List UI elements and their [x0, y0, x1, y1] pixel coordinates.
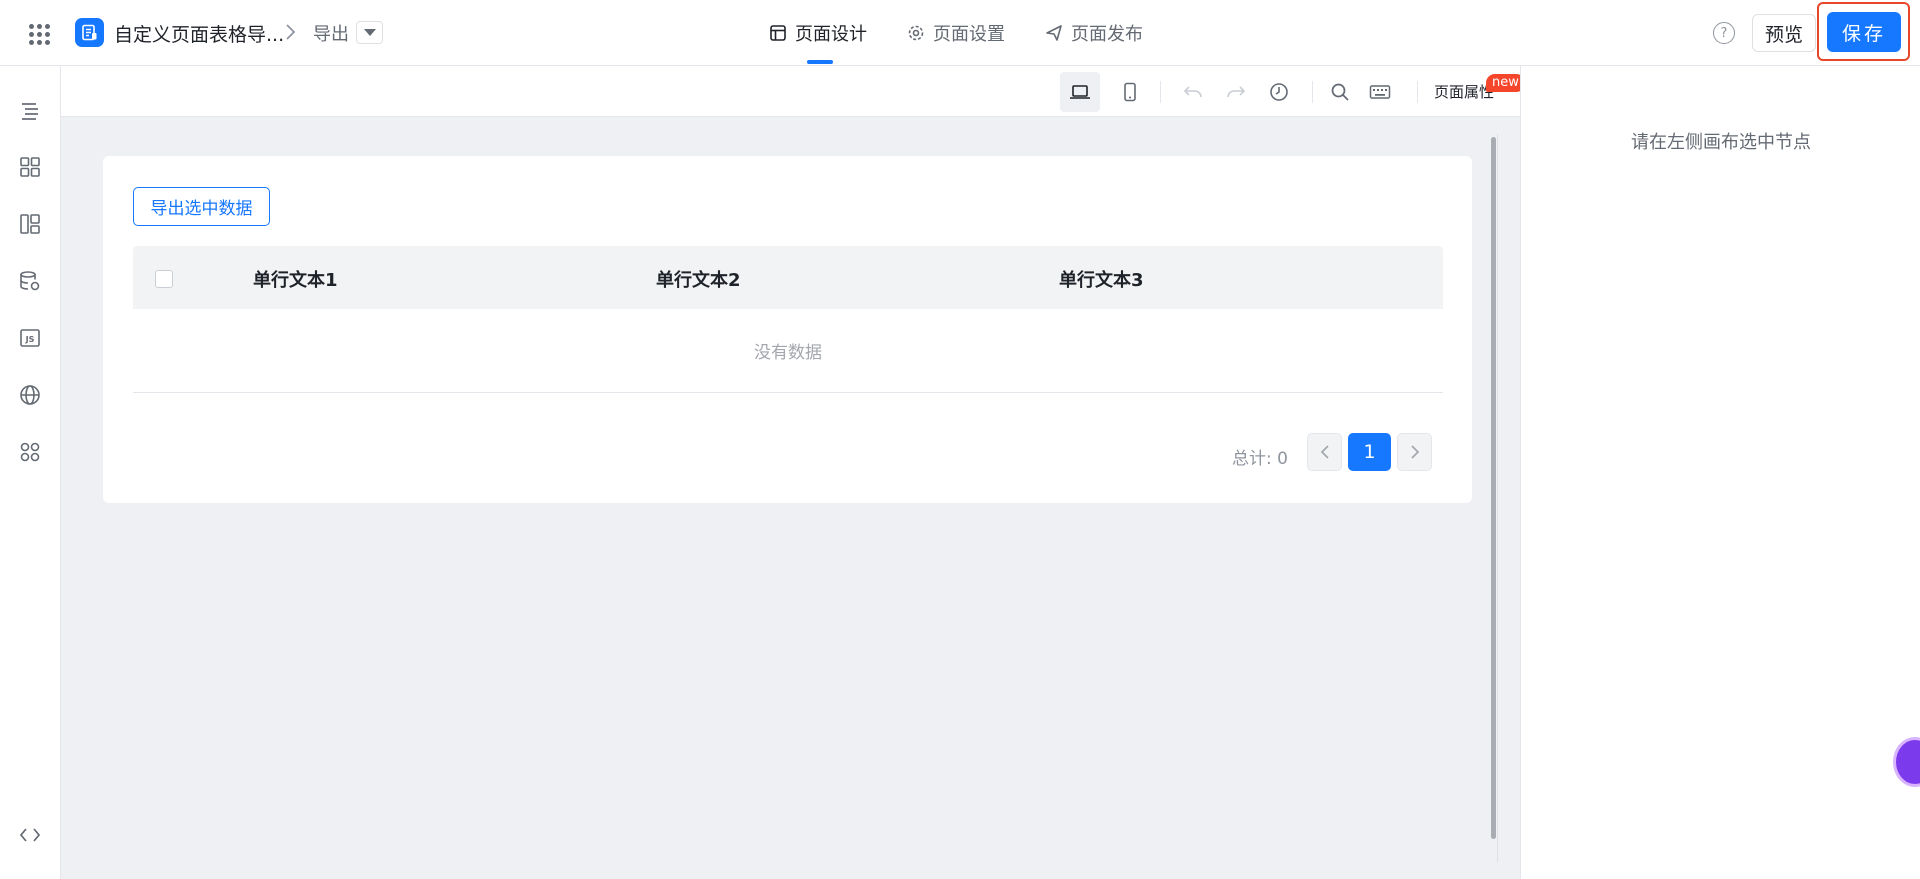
keyboard-icon — [1369, 85, 1391, 99]
gear-icon — [908, 25, 924, 41]
top-header: 自定义页面表格导... 导出 页面设计 页面设置 页面发布 ? 预览 保存 — [0, 0, 1920, 66]
svg-text:JS: JS — [25, 335, 35, 344]
tab-label: 页面设计 — [795, 24, 867, 45]
page-properties-button[interactable]: 页面属性 — [1434, 81, 1494, 102]
column-header[interactable]: 单行文本3 — [1059, 266, 1144, 292]
datasource-settings-icon[interactable] — [17, 268, 43, 294]
phone-icon — [1124, 82, 1136, 102]
redo-button[interactable] — [1216, 72, 1256, 112]
code-brackets-icon[interactable] — [17, 822, 43, 848]
tab-label: 页面设置 — [933, 24, 1005, 45]
left-sidebar: JS — [0, 66, 61, 879]
layout-icon — [770, 25, 786, 41]
globe-icon[interactable] — [17, 382, 43, 408]
empty-state: 没有数据 — [133, 309, 1443, 393]
column-header[interactable]: 单行文本1 — [253, 266, 338, 292]
select-all-checkbox[interactable] — [155, 270, 173, 288]
select-node-tip: 请在左侧画布选中节点 — [1631, 132, 1811, 153]
help-icon[interactable]: ? — [1713, 22, 1735, 44]
table-header: 单行文本1 单行文本2 单行文本3 — [133, 246, 1443, 309]
outline-tree-icon[interactable] — [17, 98, 43, 124]
laptop-icon — [1070, 85, 1090, 99]
app-launcher-icon[interactable] — [26, 21, 52, 47]
page-number-button[interactable]: 1 — [1348, 433, 1391, 471]
tab-page-settings[interactable]: 页面设置 — [907, 0, 1005, 66]
tab-page-design[interactable]: 页面设计 — [769, 0, 867, 66]
toolbar-divider — [1160, 81, 1161, 103]
search-icon — [1331, 83, 1349, 101]
apps-icon[interactable] — [17, 439, 43, 465]
desktop-view-button[interactable] — [1060, 72, 1100, 112]
prev-page-button[interactable] — [1307, 433, 1342, 471]
page-dropdown-button[interactable] — [356, 21, 383, 44]
export-selected-button[interactable]: 导出选中数据 — [133, 187, 270, 226]
undo-button[interactable] — [1173, 72, 1213, 112]
canvas-scrollbar[interactable] — [1491, 137, 1496, 839]
caret-down-icon — [363, 28, 376, 36]
preview-button[interactable]: 预览 — [1752, 14, 1816, 52]
mobile-view-button[interactable] — [1110, 72, 1150, 112]
main-tabs: 页面设计 页面设置 页面发布 — [769, 0, 1183, 66]
app-title[interactable]: 自定义页面表格导... — [114, 20, 284, 47]
properties-panel: 请在左侧画布选中节点 — [1520, 66, 1920, 879]
table-container[interactable]: 导出选中数据 单行文本1 单行文本2 单行文本3 没有数据 总计: 0 1 — [103, 156, 1472, 503]
layout-template-icon[interactable] — [17, 211, 43, 237]
chevron-left-icon — [1320, 445, 1329, 459]
next-page-button[interactable] — [1397, 433, 1432, 471]
save-button[interactable]: 保存 — [1827, 12, 1901, 52]
search-button[interactable] — [1320, 72, 1360, 112]
canvas-toolbar: 页面属性 new — [61, 66, 1525, 117]
pagination-total: 总计: 0 — [1232, 449, 1288, 469]
clock-icon — [1270, 83, 1288, 101]
chevron-right-icon — [1410, 445, 1419, 459]
history-button[interactable] — [1259, 72, 1299, 112]
undo-icon — [1183, 86, 1202, 98]
js-code-icon[interactable]: JS — [17, 325, 43, 351]
components-grid-icon[interactable] — [17, 154, 43, 180]
shortcuts-button[interactable] — [1360, 72, 1400, 112]
chevron-right-icon — [284, 22, 298, 46]
toolbar-divider — [1312, 81, 1313, 103]
toolbar-divider — [1417, 81, 1418, 103]
tab-page-publish[interactable]: 页面发布 — [1045, 0, 1143, 66]
send-icon — [1046, 25, 1062, 41]
column-header[interactable]: 单行文本2 — [656, 266, 741, 292]
tab-label: 页面发布 — [1071, 24, 1143, 45]
breadcrumb-page-name[interactable]: 导出 — [313, 20, 349, 46]
app-logo-icon — [75, 18, 104, 47]
redo-icon — [1227, 86, 1246, 98]
